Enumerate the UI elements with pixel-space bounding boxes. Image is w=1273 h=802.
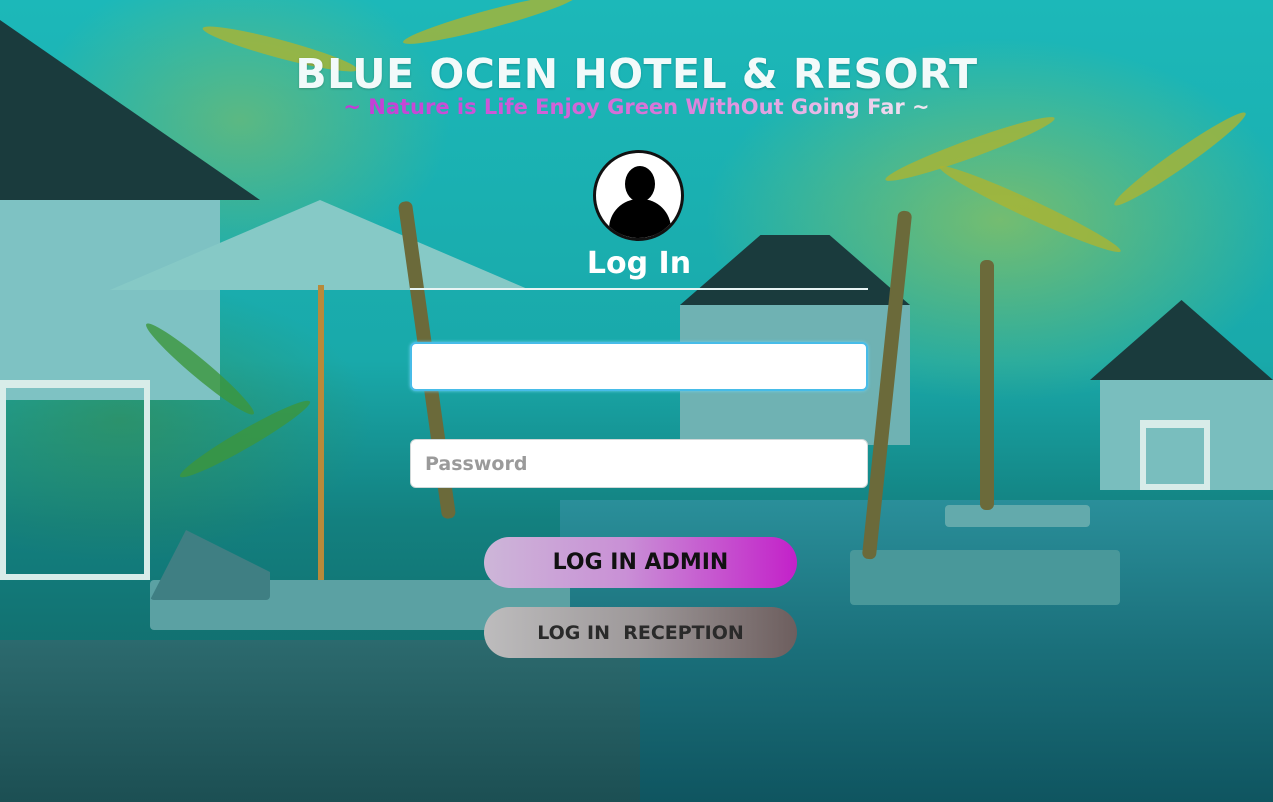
palm-leaf <box>400 0 580 51</box>
username-input[interactable] <box>410 342 868 391</box>
background-resort-image <box>0 0 1273 802</box>
villa-roof-right <box>1090 300 1273 380</box>
railing-right <box>1140 420 1210 490</box>
login-heading: Log In <box>586 246 692 281</box>
hotel-tagline: ~ Nature is Life Enjoy Green WithOut Goi… <box>343 95 930 119</box>
lounger-pillow <box>150 530 270 600</box>
pool-deck <box>0 640 640 802</box>
avatar-shoulders <box>609 199 671 238</box>
login-admin-button[interactable]: LOG IN ADMIN <box>484 537 797 588</box>
umbrella-pole <box>318 285 324 585</box>
heading-divider <box>410 288 868 290</box>
planter-small <box>945 505 1090 527</box>
staircase-railing <box>0 380 150 580</box>
avatar-head <box>625 166 655 202</box>
palm-leaf <box>935 158 1125 260</box>
password-input[interactable] <box>410 439 868 488</box>
user-avatar-icon <box>593 150 684 241</box>
planter-island <box>850 550 1120 605</box>
palm-trunk <box>980 260 994 510</box>
palm-leaf <box>1109 105 1251 213</box>
hotel-title: BLUE OCEN HOTEL & RESORT <box>295 50 978 98</box>
login-reception-button[interactable]: LOG IN RECEPTION <box>484 607 797 658</box>
